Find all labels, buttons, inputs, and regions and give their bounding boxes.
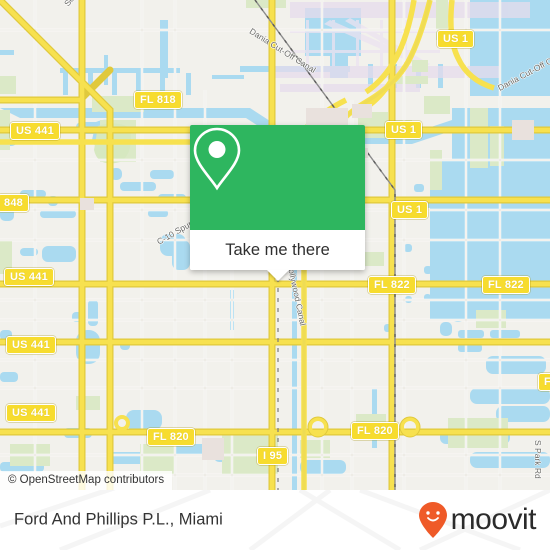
map-pin-icon [193, 127, 241, 191]
moovit-pin-icon [418, 502, 447, 538]
shield-fl-820-2[interactable]: FL 820 [351, 422, 399, 440]
footer-bar: Ford And Phillips P.L., Miami moovit [0, 490, 550, 550]
shield-fl-822-1[interactable]: FL 822 [368, 276, 416, 294]
place-title: Ford And Phillips P.L., Miami [14, 510, 223, 529]
map-screenshot: FL 818 US 441 848 US 441 US 441 US 441 U… [0, 0, 550, 550]
take-me-there-label: Take me there [225, 240, 330, 259]
popup-pointer [266, 270, 289, 281]
moovit-wordmark: moovit [450, 503, 537, 536]
map-canvas[interactable]: FL 818 US 441 848 US 441 US 441 US 441 U… [0, 0, 550, 490]
shield-fl-820-1[interactable]: FL 820 [147, 428, 195, 446]
osm-attribution[interactable]: © OpenStreetMap contributors [0, 471, 173, 490]
shield-i-95[interactable]: I 95 [257, 447, 289, 465]
shield-us-1-3[interactable]: US 1 [391, 201, 429, 219]
place-popup[interactable]: Take me there [190, 125, 365, 281]
moovit-logo[interactable]: moovit [418, 501, 537, 539]
shield-fl-818[interactable]: FL 818 [134, 91, 182, 109]
shield-fl-partial[interactable]: FL [538, 373, 550, 391]
shield-fl-822-2[interactable]: FL 822 [482, 276, 530, 294]
shield-us-441-3[interactable]: US 441 [6, 336, 56, 354]
label-s-park-rd: S Park Rd [533, 440, 543, 479]
shield-us-441-1[interactable]: US 441 [10, 122, 60, 140]
popup-header [190, 125, 365, 230]
shield-us-441-4[interactable]: US 441 [6, 404, 56, 422]
take-me-there-button[interactable]: Take me there [190, 230, 365, 270]
shield-us-441-2[interactable]: US 441 [4, 268, 54, 286]
shield-us-1-1[interactable]: US 1 [437, 30, 475, 48]
shield-us-1-2[interactable]: US 1 [385, 121, 423, 139]
shield-848[interactable]: 848 [0, 194, 29, 212]
